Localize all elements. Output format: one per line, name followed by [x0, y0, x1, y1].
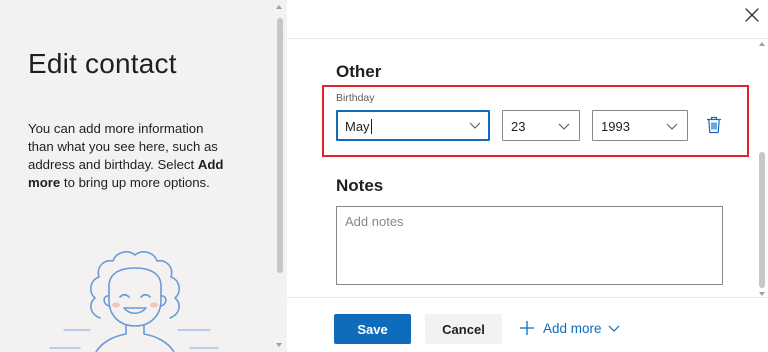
- plus-icon: [520, 321, 534, 335]
- left-scrollbar[interactable]: [273, 0, 285, 352]
- birthday-day-select[interactable]: 23: [502, 110, 580, 141]
- birthday-year-select[interactable]: 1993: [592, 110, 688, 141]
- cancel-button[interactable]: Cancel: [425, 314, 502, 344]
- scroll-up-arrow[interactable]: [276, 5, 282, 9]
- birthday-label: Birthday: [336, 92, 375, 104]
- avatar-illustration: [49, 251, 219, 352]
- day-value: 23: [511, 119, 526, 134]
- chevron-down-icon: [666, 123, 678, 130]
- chevron-down-icon: [558, 123, 570, 130]
- page-title: Edit contact: [28, 48, 177, 79]
- add-more-label: Add more: [543, 320, 602, 336]
- header-divider: [287, 38, 768, 39]
- scroll-up-arrow[interactable]: [759, 42, 765, 46]
- chevron-down-icon: [469, 122, 481, 129]
- scroll-thumb[interactable]: [759, 152, 765, 288]
- scroll-thumb[interactable]: [277, 18, 283, 273]
- close-icon[interactable]: [742, 5, 762, 25]
- add-more-button[interactable]: Add more: [519, 318, 620, 338]
- birthday-month-select[interactable]: May: [336, 110, 490, 141]
- other-section-title: Other: [336, 62, 382, 81]
- right-scrollbar[interactable]: [757, 40, 767, 296]
- footer-divider: [287, 297, 768, 298]
- scroll-down-arrow[interactable]: [759, 292, 765, 296]
- help-text-part-1: You can add more information than what y…: [28, 121, 218, 172]
- left-panel: Edit contact You can add more informatio…: [0, 0, 287, 352]
- help-text-part-2: to bring up more options.: [60, 175, 210, 190]
- month-value: May: [345, 119, 372, 134]
- year-value: 1993: [601, 119, 630, 134]
- scroll-down-arrow[interactable]: [276, 343, 282, 347]
- trash-icon[interactable]: [706, 116, 722, 134]
- right-panel: Other Birthday May 23 1993 Notes Save Ca…: [287, 0, 768, 352]
- chevron-down-icon: [608, 325, 619, 332]
- notes-textarea[interactable]: [336, 206, 723, 285]
- save-button[interactable]: Save: [334, 314, 411, 344]
- help-text: You can add more information than what y…: [28, 120, 228, 192]
- notes-section-title: Notes: [336, 176, 384, 195]
